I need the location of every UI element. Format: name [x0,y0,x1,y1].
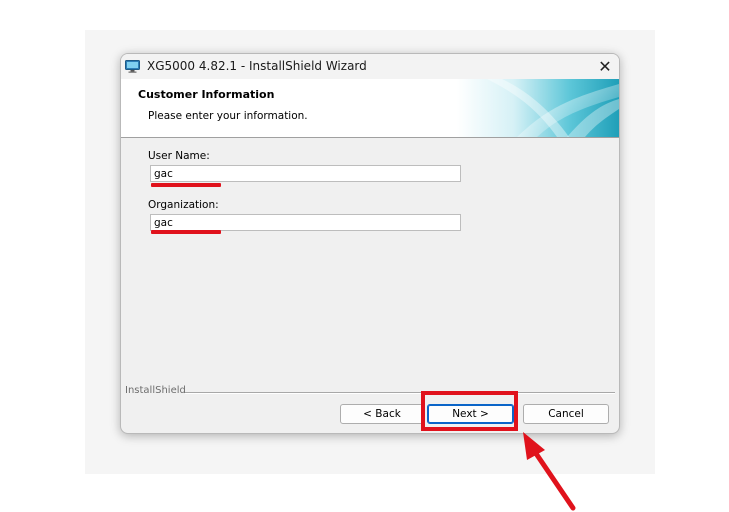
footer-divider [185,392,615,394]
close-button[interactable]: ✕ [591,54,619,79]
window-title: XG5000 4.82.1 - InstallShield Wizard [147,59,367,73]
monitor-icon [125,60,140,73]
back-button[interactable]: < Back [340,404,424,424]
cancel-button[interactable]: Cancel [523,404,609,424]
annotation-underline [151,183,221,187]
user-name-label: User Name: [148,150,210,162]
organization-input[interactable] [150,214,461,231]
banner-title: Customer Information [138,88,275,101]
installshield-group-label: InstallShield [125,385,186,396]
organization-label: Organization: [148,199,219,211]
annotation-underline [151,230,221,234]
banner-graphic [457,79,619,137]
arrow-up-left-icon [523,432,576,511]
header-banner: Customer Information Please enter your i… [121,79,619,138]
installshield-wizard-dialog: XG5000 4.82.1 - InstallShield Wizard ✕ C… [120,53,620,434]
title-bar[interactable]: XG5000 4.82.1 - InstallShield Wizard ✕ [121,54,619,79]
banner-subtitle: Please enter your information. [148,110,308,122]
user-name-input[interactable] [150,165,461,182]
close-icon: ✕ [598,57,612,76]
next-button-highlight [421,391,518,431]
